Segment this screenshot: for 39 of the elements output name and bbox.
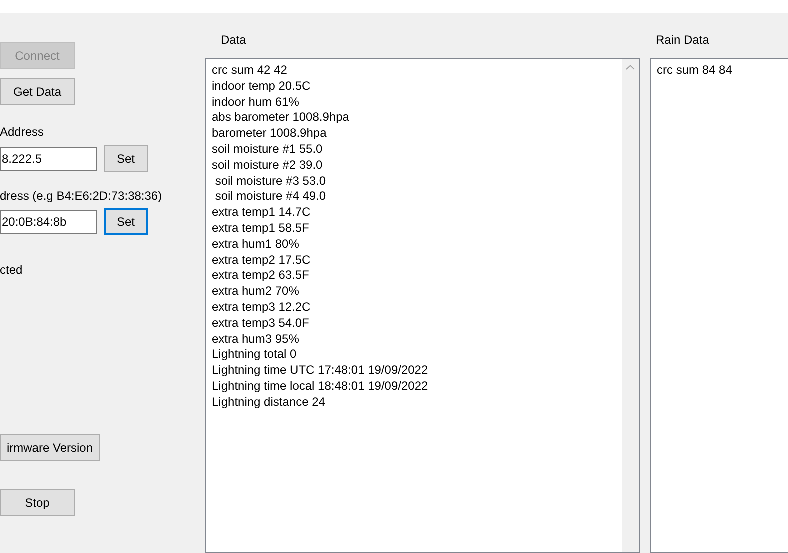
rain-data-text-area[interactable]: crc sum 84 84 bbox=[650, 58, 788, 553]
data-text-area[interactable] bbox=[205, 58, 640, 553]
data-line: soil moisture #2 39.0 bbox=[212, 158, 324, 174]
data-line: soil moisture #4 49.0 bbox=[214, 189, 328, 206]
data-line: soil moisture #1 55.0 bbox=[212, 142, 324, 158]
data-line: Lightning distance 24 bbox=[212, 394, 326, 411]
data-line: extra temp1 14.7C bbox=[212, 205, 312, 221]
get-data-button[interactable]: Get Data bbox=[0, 78, 75, 105]
ip-address-label: Address bbox=[0, 125, 46, 139]
data-line: extra temp1 58.5F bbox=[212, 220, 310, 237]
firmware-version-button[interactable]: irmware Version bbox=[0, 434, 100, 461]
data-line: soil moisture #3 53.0 bbox=[214, 174, 328, 190]
ip-address-field[interactable]: 8.222.5 bbox=[0, 146, 97, 170]
stop-button[interactable]: Stop bbox=[0, 489, 75, 516]
scrollbar[interactable] bbox=[622, 59, 639, 552]
data-line: crc sum 42 42 bbox=[212, 63, 288, 79]
data-line: extra temp3 54.0F bbox=[212, 316, 310, 332]
data-line: indoor temp 20.5C bbox=[212, 78, 312, 95]
scroll-up-icon[interactable] bbox=[626, 65, 635, 70]
rain-data-title: Rain Data bbox=[656, 33, 710, 47]
data-line: Lightning time local 18:48:01 19/09/2022 bbox=[212, 378, 430, 395]
connection-status: cted bbox=[0, 263, 24, 277]
data-line: extra temp2 63.5F bbox=[212, 268, 310, 284]
mac-address-field[interactable]: 20:0B:84:8b bbox=[0, 210, 97, 234]
data-line: extra hum2 70% bbox=[212, 284, 300, 300]
data-line: indoor hum 61% bbox=[212, 94, 300, 110]
data-line: barometer 1008.9hpa bbox=[212, 126, 328, 142]
data-title: Data bbox=[221, 33, 248, 47]
data-line: Lightning time UTC 17:48:01 19/09/2022 bbox=[212, 363, 430, 379]
data-line: extra temp2 17.5C bbox=[212, 252, 312, 268]
set-button[interactable]: Set bbox=[104, 145, 148, 172]
rain-data-line: crc sum 84 84 bbox=[657, 63, 734, 79]
data-line: extra hum1 80% bbox=[212, 236, 300, 253]
data-line: Lightning total 0 bbox=[212, 347, 298, 364]
set-button[interactable]: Set bbox=[104, 208, 148, 235]
mac-address-label: dress (e.g B4:E6:2D:73:38:36) bbox=[0, 189, 164, 203]
data-line: extra hum3 95% bbox=[212, 332, 300, 348]
data-line: abs barometer 1008.9hpa bbox=[212, 110, 350, 126]
data-line: extra temp3 12.2C bbox=[212, 300, 312, 316]
